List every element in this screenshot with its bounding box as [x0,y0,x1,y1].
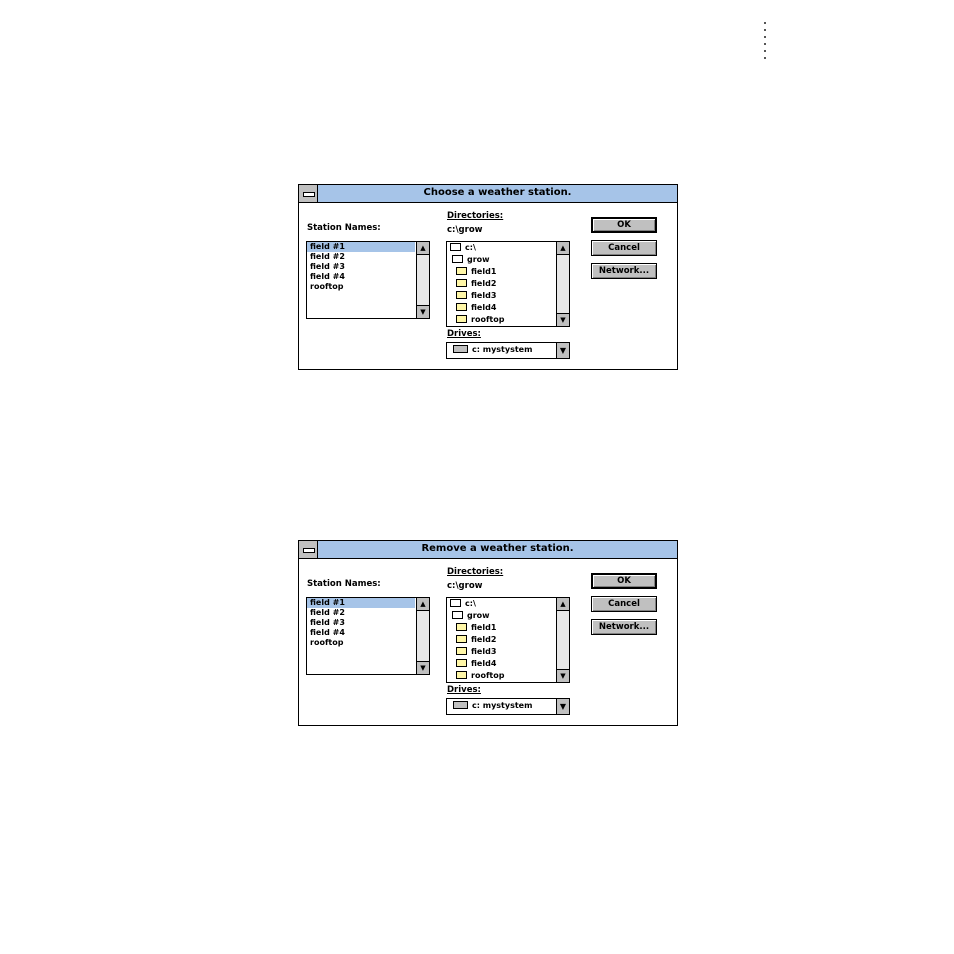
folder-icon [456,266,467,275]
network-button[interactable]: Network... [591,263,657,279]
folder-icon [456,646,467,655]
title-bar[interactable]: Choose a weather station. [299,185,677,203]
list-item[interactable]: field2 [447,634,569,646]
list-item[interactable]: field4 [447,658,569,670]
cancel-button[interactable]: Cancel [591,596,657,612]
combo-arrow[interactable]: ▼ [556,699,569,714]
list-item[interactable]: rooftop [307,638,429,648]
current-path: c:\grow [447,581,483,591]
drives-label: Drives: [447,685,481,695]
list-item[interactable]: field #2 [307,608,429,618]
list-item[interactable]: field4 [447,302,569,314]
directories-label: Directories: [447,211,504,221]
list-item[interactable]: field2 [447,278,569,290]
combo-arrow[interactable]: ▼ [556,343,569,358]
station-list-scrollbar[interactable]: ▲ ▼ [416,598,429,674]
network-button[interactable]: Network... [591,619,657,635]
scroll-up-arrow[interactable]: ▲ [417,242,429,255]
open-folder-icon [450,598,461,607]
open-folder-icon [450,242,461,251]
folder-icon [456,290,467,299]
list-item[interactable]: c:\ [447,242,569,254]
scroll-up-arrow[interactable]: ▲ [557,598,569,611]
current-path: c:\grow [447,225,483,235]
list-item[interactable]: rooftop [307,282,429,292]
drives-label: Drives: [447,329,481,339]
folder-icon [456,622,467,631]
system-menu-icon[interactable] [299,541,318,558]
folder-icon [456,314,467,323]
scroll-down-arrow[interactable]: ▼ [557,313,569,326]
scroll-down-arrow[interactable]: ▼ [557,669,569,682]
cancel-button[interactable]: Cancel [591,240,657,256]
system-menu-icon[interactable] [299,185,318,202]
choose-station-dialog: Choose a weather station. Station Names:… [298,184,678,370]
directories-label: Directories: [447,567,504,577]
directories-scrollbar[interactable]: ▲ ▼ [556,242,569,326]
drives-select[interactable]: c: mystystem ▼ [446,698,570,715]
margin-dots [764,22,767,64]
folder-icon [456,658,467,667]
scroll-down-arrow[interactable]: ▼ [417,305,429,318]
folder-icon [456,278,467,287]
list-item[interactable]: field #3 [307,618,429,628]
list-item[interactable]: field #1 [307,242,415,252]
list-item[interactable]: field1 [447,622,569,634]
scroll-up-arrow[interactable]: ▲ [557,242,569,255]
station-names-list[interactable]: field #1 field #2 field #3 field #4 roof… [306,241,430,319]
title-bar[interactable]: Remove a weather station. [299,541,677,559]
drives-select[interactable]: c: mystystem ▼ [446,342,570,359]
list-item[interactable]: field #2 [307,252,429,262]
open-folder-icon [452,254,463,263]
drive-icon [453,700,468,709]
list-item[interactable]: field #3 [307,262,429,272]
list-item[interactable]: c:\ [447,598,569,610]
scroll-down-arrow[interactable]: ▼ [417,661,429,674]
list-item[interactable]: rooftop [447,314,569,326]
list-item[interactable]: field1 [447,266,569,278]
dialog-title: Remove a weather station. [421,543,574,554]
open-folder-icon [452,610,463,619]
directories-scrollbar[interactable]: ▲ ▼ [556,598,569,682]
folder-icon [456,670,467,679]
dialog-title: Choose a weather station. [423,187,572,198]
folder-icon [456,634,467,643]
list-item[interactable]: grow [447,610,569,622]
list-item[interactable]: field #4 [307,628,429,638]
station-names-label: Station Names: [307,223,381,233]
list-item[interactable]: rooftop [447,670,569,682]
station-names-label: Station Names: [307,579,381,589]
drive-icon [453,344,468,353]
scroll-up-arrow[interactable]: ▲ [417,598,429,611]
ok-button[interactable]: OK [591,217,657,233]
remove-station-dialog: Remove a weather station. Station Names:… [298,540,678,726]
station-names-list[interactable]: field #1 field #2 field #3 field #4 roof… [306,597,430,675]
list-item[interactable]: field #1 [307,598,415,608]
directories-list[interactable]: c:\ grow field1 field2 field3 field4 roo… [446,597,570,683]
station-list-scrollbar[interactable]: ▲ ▼ [416,242,429,318]
list-item[interactable]: field #4 [307,272,429,282]
list-item[interactable]: field3 [447,646,569,658]
directories-list[interactable]: c:\ grow field1 field2 field3 field4 roo… [446,241,570,327]
list-item[interactable]: grow [447,254,569,266]
ok-button[interactable]: OK [591,573,657,589]
list-item[interactable]: field3 [447,290,569,302]
folder-icon [456,302,467,311]
